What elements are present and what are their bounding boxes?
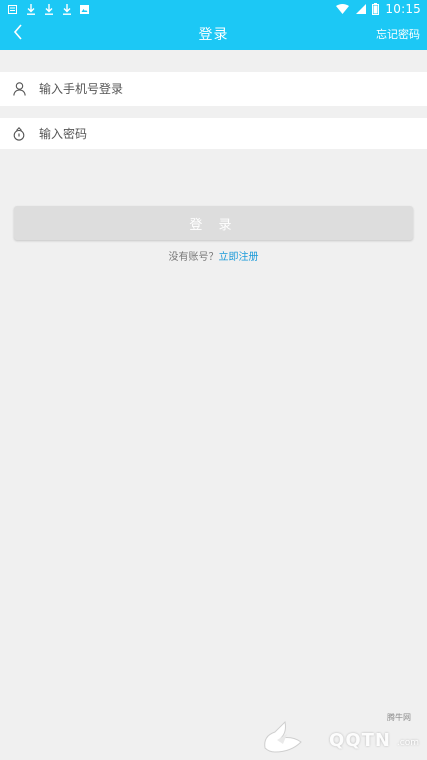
register-prompt-text: 没有账号？ [168,252,219,263]
status-time: 10:15 [385,2,421,16]
app-bar: 登录 忘记密码 [0,18,427,50]
image-icon [79,3,90,15]
login-button[interactable]: 登 录 [14,206,413,240]
signal-icon [355,3,366,15]
password-input[interactable] [39,126,399,141]
watermark: 腾牛网 QQTN .com [261,712,421,756]
wifi-icon [336,3,350,15]
forgot-password-link[interactable]: 忘记密码 [376,26,420,42]
register-prompt: 没有账号？立即注册 [0,248,427,263]
download-icon [61,3,72,15]
password-field-row [0,118,427,149]
battery-icon [372,3,380,15]
register-link[interactable]: 立即注册 [219,252,259,263]
phone-input[interactable] [39,82,399,96]
status-notifications [7,3,90,15]
notification-icon [7,3,18,15]
user-icon [12,81,26,97]
watermark-site-name: 腾牛网 [387,713,411,722]
chevron-left-icon [13,24,23,44]
page-title: 登录 [198,27,229,43]
status-system: 10:15 [336,2,421,16]
watermark-brand: QQTN [329,730,391,751]
watermark-suffix: .com [396,738,419,748]
download-icon [25,3,36,15]
back-button[interactable] [6,22,30,46]
download-icon [43,3,54,15]
status-bar: 10:15 [0,0,427,18]
watermark-logo-icon [264,720,302,753]
lock-icon [12,126,26,142]
phone-field-row [0,72,427,106]
